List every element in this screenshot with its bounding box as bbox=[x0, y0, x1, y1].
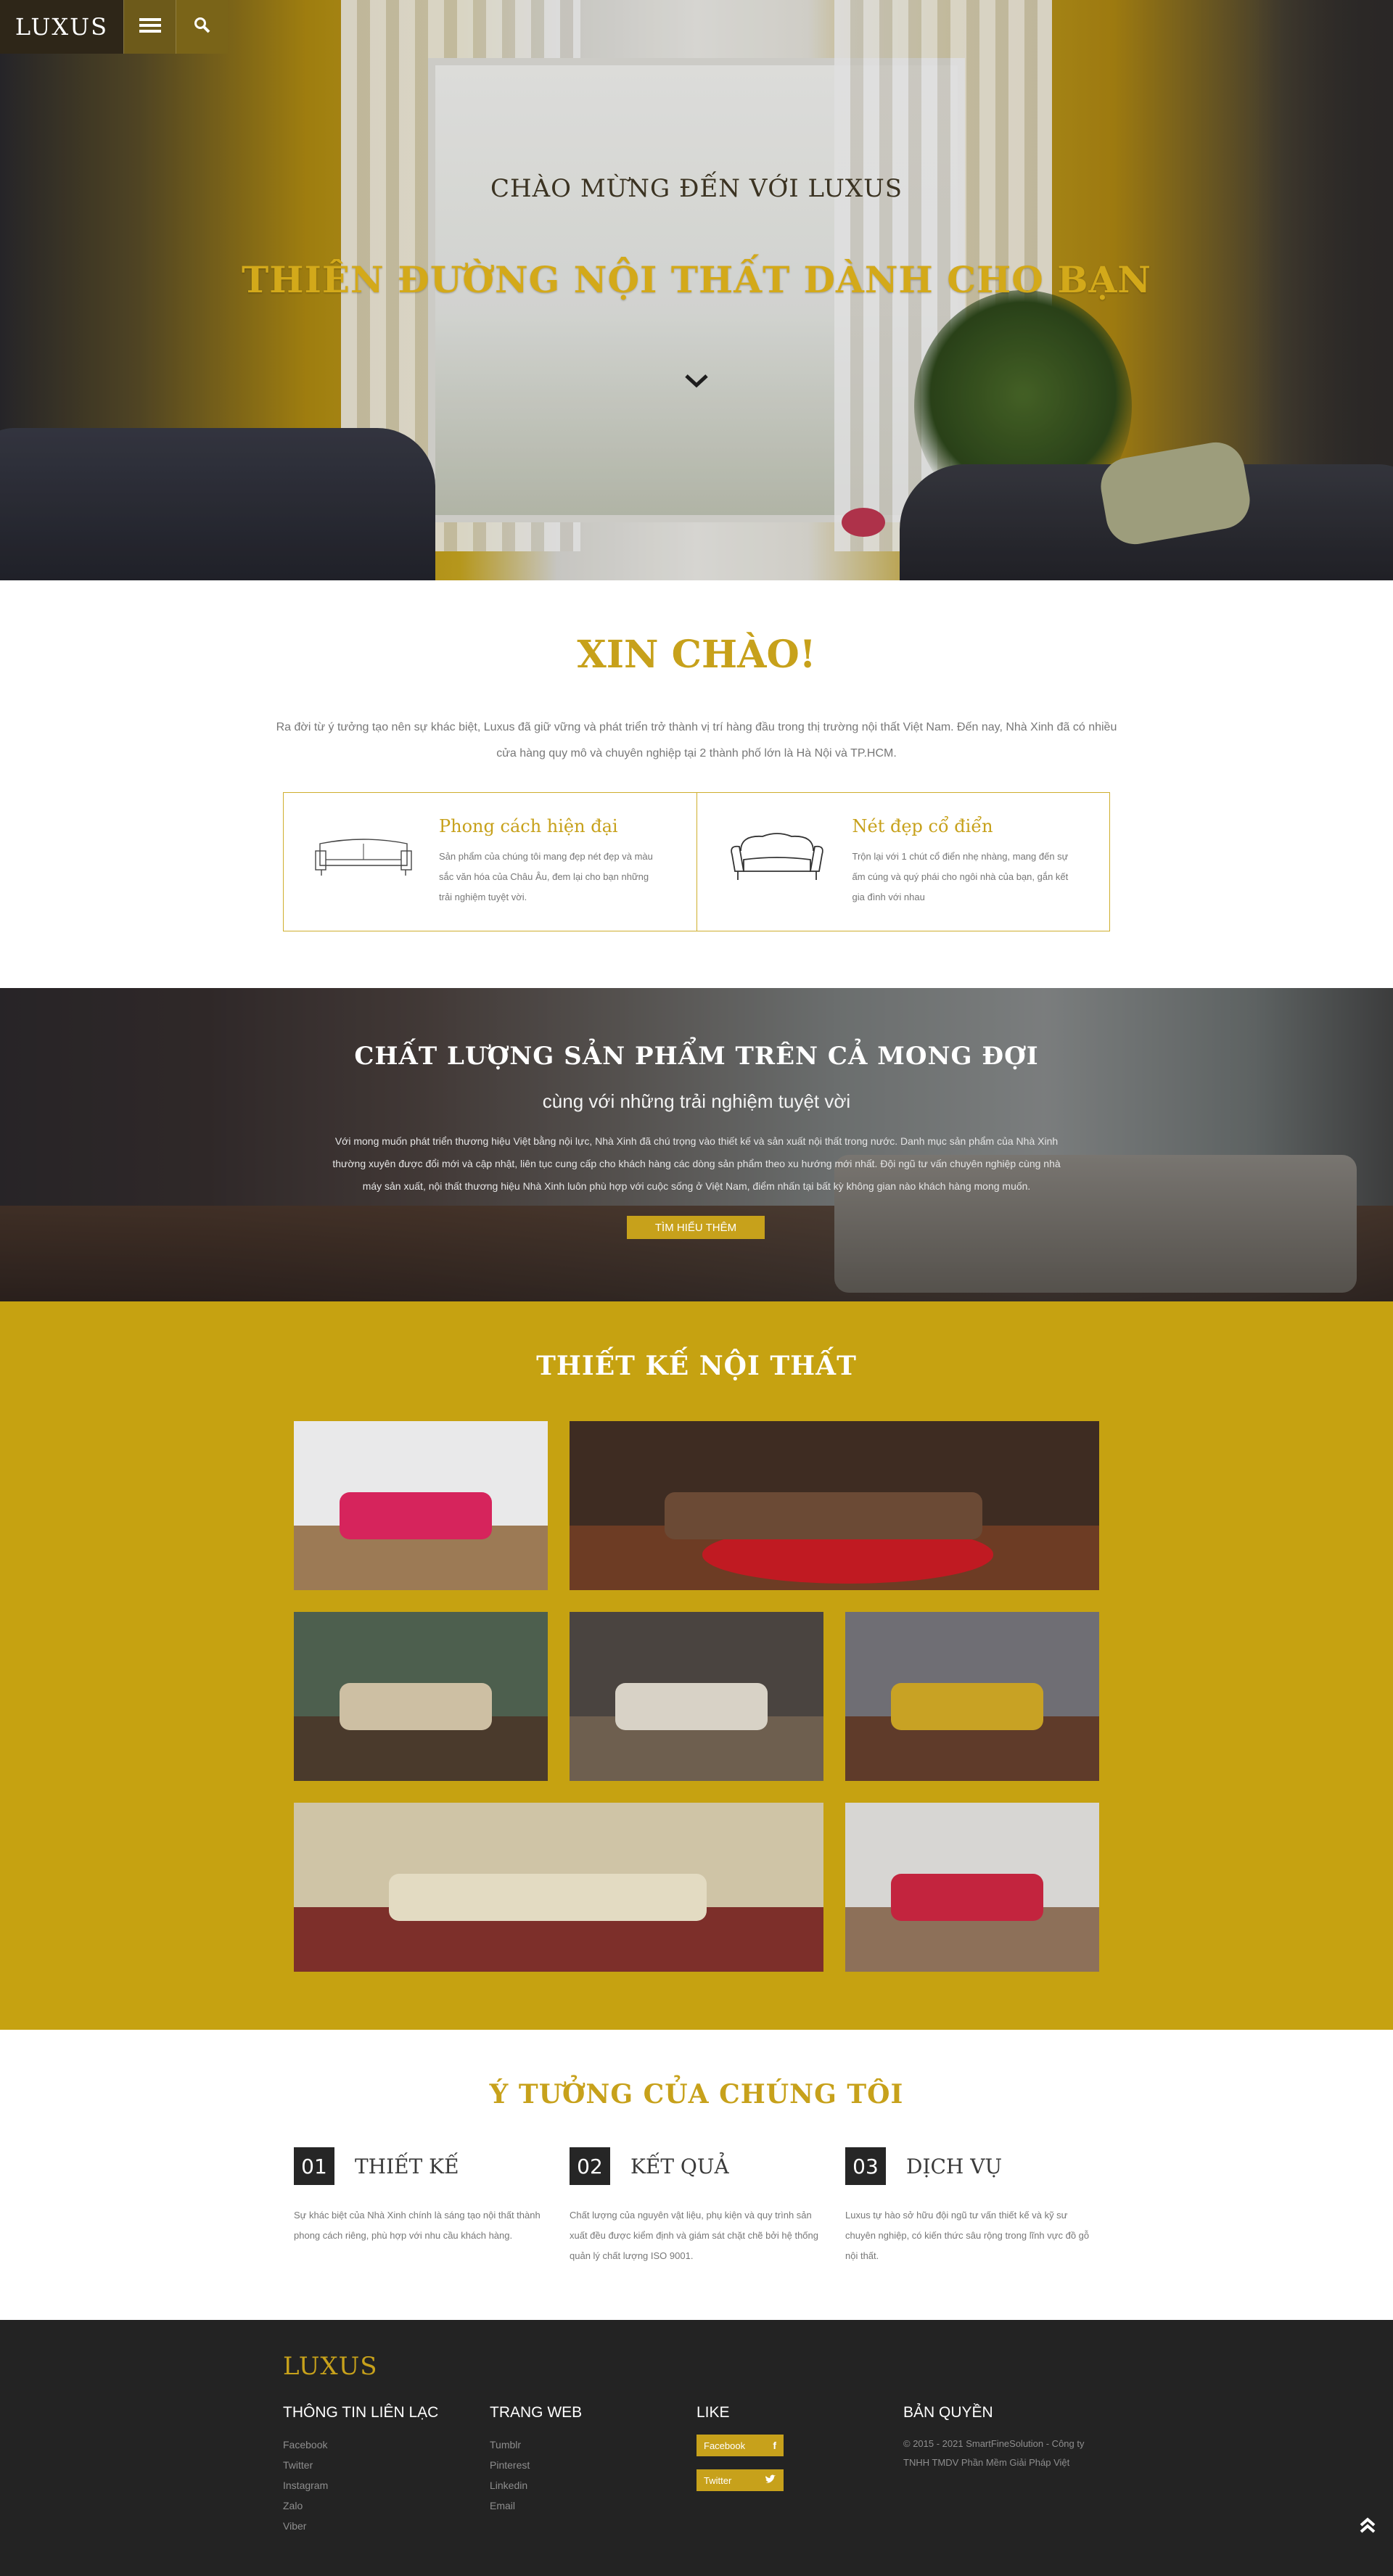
footer-copyright: Bản quyền © 2015 - 2021 SmartFineSolutio… bbox=[903, 2404, 1106, 2472]
footer-link-facebook[interactable]: Facebook bbox=[283, 2435, 438, 2455]
hero-subtitle: Chào mừng đến với Luxus bbox=[490, 174, 903, 203]
feature-modern: Phong cách hiện đại Sản phẩm của chúng t… bbox=[284, 793, 696, 931]
gallery-photo-beige-sofa-rug[interactable] bbox=[294, 1803, 823, 1972]
gallery-photo-yellow-sofa-room[interactable] bbox=[845, 1612, 1099, 1781]
feature-modern-body: Phong cách hiện đại Sản phẩm của chúng t… bbox=[439, 815, 657, 916]
double-chevron-up-icon bbox=[1358, 2516, 1377, 2538]
quality-title: Chất lượng sản phẩm trên cả mong đợi bbox=[354, 1042, 1039, 1071]
brand-logo[interactable]: LUXUS bbox=[0, 0, 123, 54]
tile-sofa bbox=[389, 1873, 707, 1922]
idea-item-design: 01 Thiết kế Sự khác biệt của Nhà Xinh ch… bbox=[294, 2147, 548, 2246]
facebook-like-label: Facebook bbox=[704, 2440, 746, 2451]
feature-classic-body: Nét đẹp cổ điển Trộn lại với 1 chút cổ đ… bbox=[852, 815, 1070, 916]
search-button[interactable] bbox=[176, 0, 228, 54]
tile-sofa bbox=[340, 1491, 492, 1540]
modern-sofa-icon bbox=[305, 815, 422, 887]
welcome-title: XIN CHÀO! bbox=[577, 633, 816, 677]
chevron-down-icon[interactable] bbox=[682, 370, 711, 392]
learn-more-button[interactable]: Tìm hiểu thêm bbox=[627, 1216, 765, 1239]
idea-text: Luxus tự hào sở hữu đội ngũ tư vấn thiết… bbox=[845, 2210, 1090, 2261]
classic-sofa-icon bbox=[719, 815, 835, 887]
copyright-text: © 2015 - 2021 SmartFineSolution - Công t… bbox=[903, 2438, 1085, 2468]
twitter-like-label: Twitter bbox=[704, 2474, 732, 2486]
tile-sofa bbox=[340, 1682, 492, 1731]
ideas-title: Ý tưởng của chúng tôi bbox=[489, 2079, 904, 2110]
idea-number: 01 bbox=[294, 2147, 334, 2185]
idea-title: Dịch vụ bbox=[906, 2154, 1003, 2178]
search-icon bbox=[194, 17, 211, 38]
footer-contact-title: Thông tin liên lạc bbox=[283, 2404, 439, 2421]
feature-classic: Nét đẹp cổ điển Trộn lại với 1 chút cổ đ… bbox=[696, 793, 1110, 931]
hamburger-menu-icon bbox=[139, 17, 161, 38]
gallery-title: Thiết kế nội thất bbox=[536, 1351, 857, 1381]
footer-link-tumblr[interactable]: Tumblr bbox=[490, 2435, 582, 2455]
idea-head: 03 Dịch vụ bbox=[845, 2147, 1099, 2185]
gallery-photo-pink-sofa-study[interactable] bbox=[294, 1421, 548, 1590]
footer-web-title: Trang web bbox=[490, 2404, 583, 2421]
feature-classic-text: Trộn lại với 1 chút cổ điển nhẹ nhàng, m… bbox=[852, 851, 1069, 902]
gallery-photo-art-lounge[interactable] bbox=[294, 1612, 548, 1781]
footer-link-linkedin[interactable]: Linkedin bbox=[490, 2475, 582, 2495]
gallery-photo-dark-living-room[interactable] bbox=[570, 1612, 823, 1781]
feature-modern-title: Phong cách hiện đại bbox=[439, 816, 618, 836]
footer-contact: Thông tin liên lạc Facebook Twitter Inst… bbox=[283, 2404, 438, 2536]
back-to-top-button[interactable] bbox=[1357, 2516, 1378, 2538]
idea-title: Kết quả bbox=[630, 2154, 729, 2178]
facebook-icon: f bbox=[773, 2440, 776, 2451]
idea-item-service: 03 Dịch vụ Luxus tự hào sở hữu đội ngũ t… bbox=[845, 2147, 1099, 2266]
tile-sofa bbox=[665, 1491, 983, 1540]
tile-sofa bbox=[615, 1682, 768, 1731]
idea-number: 02 bbox=[570, 2147, 610, 2185]
welcome-text: Ra đời từ ý tưởng tạo nên sự khác biệt, … bbox=[276, 721, 1117, 760]
feature-modern-text: Sản phẩm của chúng tôi mang đẹp nét đẹp … bbox=[439, 851, 653, 902]
footer-link-twitter[interactable]: Twitter bbox=[283, 2455, 438, 2475]
footer-link-zalo[interactable]: Zalo bbox=[283, 2495, 438, 2516]
footer-link-pinterest[interactable]: Pinterest bbox=[490, 2455, 582, 2475]
footer-link-viber[interactable]: Viber bbox=[283, 2516, 438, 2536]
gallery-photo-red-sofa-dining[interactable] bbox=[845, 1803, 1099, 1972]
idea-head: 02 Kết quả bbox=[570, 2147, 823, 2185]
tile-sofa bbox=[891, 1873, 1043, 1922]
facebook-like-button[interactable]: Facebook f bbox=[696, 2435, 784, 2456]
idea-item-result: 02 Kết quả Chất lượng của nguyên vật liệ… bbox=[570, 2147, 823, 2266]
footer-link-email[interactable]: Email bbox=[490, 2495, 582, 2516]
footer-web: Trang web Tumblr Pinterest Linkedin Emai… bbox=[490, 2404, 582, 2516]
footer-copyright-title: Bản quyền bbox=[903, 2404, 993, 2421]
footer-like: Like Facebook f Twitter bbox=[696, 2404, 784, 2504]
twitter-icon bbox=[765, 2474, 776, 2487]
menu-button[interactable] bbox=[123, 0, 176, 54]
gallery-photo-leather-sectional[interactable] bbox=[570, 1421, 1099, 1590]
hero-title: Thiên đường nội thất dành cho bạn bbox=[242, 258, 1151, 301]
footer-like-title: Like bbox=[696, 2404, 730, 2421]
quality-subtitle: cùng với những trải nghiệm tuyệt vời bbox=[542, 1090, 851, 1112]
footer-brand[interactable]: LUXUS bbox=[283, 2352, 378, 2381]
top-bar: LUXUS bbox=[0, 0, 228, 54]
idea-title: Thiết kế bbox=[355, 2154, 459, 2178]
idea-number: 03 bbox=[845, 2147, 886, 2185]
idea-text: Sự khác biệt của Nhà Xinh chính là sáng … bbox=[294, 2210, 541, 2241]
footer-link-instagram[interactable]: Instagram bbox=[283, 2475, 438, 2495]
features-box: Phong cách hiện đại Sản phẩm của chúng t… bbox=[283, 792, 1110, 931]
idea-head: 01 Thiết kế bbox=[294, 2147, 548, 2185]
feature-classic-title: Nét đẹp cổ điển bbox=[852, 816, 993, 836]
quality-text: Với mong muốn phát triển thương hiệu Việ… bbox=[332, 1135, 1061, 1192]
idea-text: Chất lượng của nguyên vật liệu, phụ kiện… bbox=[570, 2210, 819, 2261]
tile-sofa bbox=[891, 1682, 1043, 1731]
twitter-like-button[interactable]: Twitter bbox=[696, 2469, 784, 2491]
